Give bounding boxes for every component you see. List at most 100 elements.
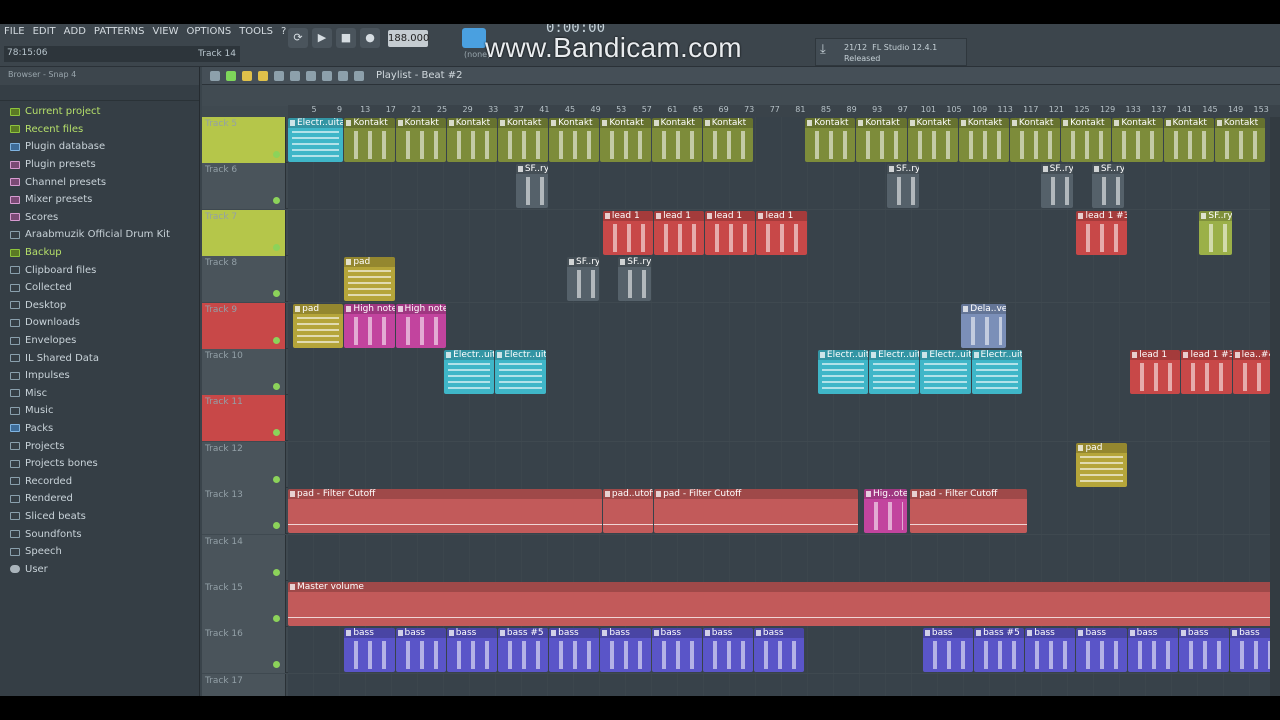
record-button[interactable]: ● [360,28,380,48]
pattern-clip[interactable]: bass [549,628,600,673]
track-header[interactable]: Track 13 [202,488,286,535]
pattern-clip[interactable]: High note [344,303,395,348]
track-lane[interactable]: pad [288,441,1280,488]
pattern-clip[interactable]: pad - Filter Cutoff [654,489,858,534]
pattern-song-toggle[interactable]: ⟳ [288,28,308,48]
pattern-clip[interactable]: SF..ry [618,257,651,302]
browser-item[interactable]: Misc [10,385,199,403]
pattern-clip[interactable]: bass #5 [974,628,1025,673]
track-header[interactable]: Track 7 [202,209,286,256]
pattern-clip[interactable]: Kontakt [600,118,651,162]
track-header[interactable]: Track 5 [202,117,286,163]
track-header[interactable]: Track 10 [202,349,286,395]
pattern-clip[interactable]: Electr..uitar [817,350,869,394]
browser-item[interactable]: User [10,560,199,578]
pattern-clip[interactable]: pad [344,257,395,302]
pattern-clip[interactable]: lead 1 #3 [1181,350,1232,394]
pattern-clip[interactable]: Electr..uitar [971,350,1022,394]
play-button[interactable]: ▶ [312,28,332,48]
pattern-clip[interactable]: SF..ry [1040,164,1073,209]
pattern-clip[interactable]: Hig..ote [864,489,907,534]
pattern-clip[interactable]: lea..#4 [1232,350,1271,394]
browser-item[interactable]: Collected [10,279,199,297]
browser-item[interactable]: Speech [10,543,199,561]
track-mute-led[interactable] [273,336,280,344]
browser-item[interactable]: Current project [10,103,199,121]
pattern-clip[interactable]: pad..utoff [602,489,654,534]
pattern-clip[interactable]: Kontakt [395,118,446,162]
track-mute-led[interactable] [273,568,280,576]
menu-item[interactable]: VIEW [153,26,179,37]
track-mute-led[interactable] [273,243,280,251]
track-header[interactable]: Track 16 [202,627,286,674]
track-mute-led[interactable] [273,383,280,390]
pattern-clip[interactable]: SF..ry [1091,164,1125,209]
pattern-clip[interactable]: High note [395,303,446,348]
browser-item[interactable]: Envelopes [10,332,199,350]
track-mute-led[interactable] [273,615,280,622]
track-lane[interactable] [288,673,1280,696]
browser-item[interactable]: Backup [10,244,199,262]
pattern-clip[interactable]: lead 1 [654,210,705,255]
pattern-clip[interactable]: pad - Filter Cutoff [288,489,602,534]
tempo-display[interactable]: 188.000 [388,30,429,47]
track-mute-led[interactable] [273,522,280,530]
browser-item[interactable]: Plugin presets [10,156,199,174]
pattern-clip[interactable]: SF..ry [567,257,600,302]
track-header[interactable]: Track 15 [202,581,286,627]
track-mute-led[interactable] [273,429,280,437]
menu-item[interactable]: TOOLS [239,26,273,37]
pattern-clip[interactable]: Electr..uitar [920,350,971,394]
track-header[interactable]: Track 14 [202,534,286,581]
news-panel[interactable]: ⤓ 21/12 FL Studio 12.4.1 Released [815,38,967,66]
track-lane[interactable]: Electr..uitarKontaktKontaktKontaktKontak… [288,117,1280,163]
browser-item[interactable]: Downloads [10,314,199,332]
draw-tool-icon[interactable] [242,70,252,81]
menu-item[interactable]: EDIT [33,26,56,37]
menu-item[interactable]: FILE [4,26,25,37]
paint-tool-icon[interactable] [258,70,268,81]
timeline-ruler[interactable]: 5 9 13 17 21 25 29 33 37 41 45 49 53 57 61 65 69 73 77 81 85… [288,105,1280,117]
pattern-clip[interactable]: SF..ry [1199,210,1232,255]
pattern-clip[interactable]: Dela..vel [961,303,1007,348]
browser-item[interactable]: IL Shared Data [10,349,199,367]
pattern-clip[interactable]: Kontakt [446,118,497,162]
browser-item[interactable]: Plugin database [10,138,199,156]
track-lane[interactable]: pad - Filter Cutoff pad..utoff pad - Filte… [288,488,1280,535]
pattern-clip[interactable]: Kontakt [1061,118,1112,162]
pattern-clip[interactable]: Kontakt [1163,118,1214,162]
pattern-clip[interactable]: pad [1076,442,1127,487]
pattern-clip[interactable]: bass [344,628,395,673]
slip-tool-icon[interactable] [306,70,316,81]
track-header[interactable]: Track 6 [202,163,286,210]
menu-item[interactable]: OPTIONS [187,26,232,37]
pattern-clip[interactable]: bass [446,628,497,673]
pattern-clip[interactable]: Kontakt [702,118,753,162]
delete-tool-icon[interactable] [274,70,284,81]
pattern-clip[interactable]: pad - Filter Cutoff [910,489,1027,534]
pattern-clip[interactable]: bass [922,628,974,673]
pattern-clip[interactable]: Kontakt [805,118,856,162]
pattern-clip[interactable]: Electr..uitar [288,118,344,162]
pattern-clip[interactable]: Electr..uitar [444,350,495,394]
snap-magnet-icon[interactable] [226,70,236,81]
pattern-clip[interactable]: Kontakt [1009,118,1061,162]
pattern-clip[interactable]: Kontakt [549,118,600,162]
zoom-tool-icon[interactable] [338,70,348,81]
pattern-clip[interactable]: Kontakt [907,118,958,162]
browser-item[interactable]: Desktop [10,297,199,315]
pattern-clip[interactable]: bass [600,628,651,673]
track-lane[interactable]: Master volume [288,581,1280,627]
track-lane[interactable] [288,395,1280,442]
pattern-clip[interactable]: lead 1 [1130,350,1181,394]
track-mute-led[interactable] [273,290,280,298]
browser-item[interactable]: Impulses [10,367,199,385]
pattern-clip[interactable]: Kontakt [958,118,1009,162]
stop-button[interactable]: ■ [336,28,356,48]
pattern-clip[interactable]: Electr..uitar [495,350,546,394]
track-header[interactable]: Track 11 [202,395,286,442]
pattern-clip[interactable]: Master volume [288,582,1278,626]
track-lane[interactable]: bass bass bass bass #5 bass bass bass bass bass b… [288,627,1280,674]
track-mute-led[interactable] [273,197,280,205]
track-lane[interactable]: SF..ry SF..ry SF..ry SF..ry [288,163,1280,210]
